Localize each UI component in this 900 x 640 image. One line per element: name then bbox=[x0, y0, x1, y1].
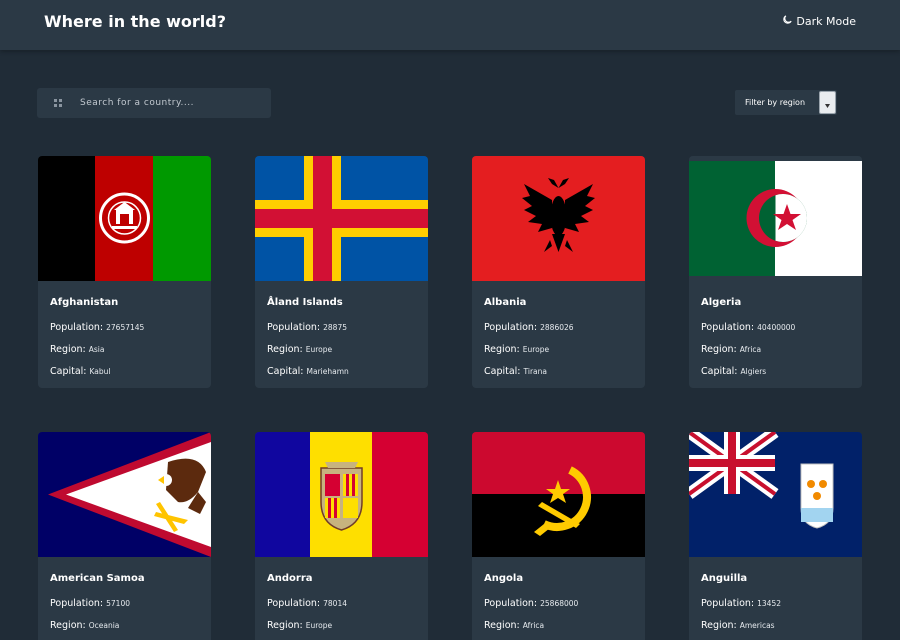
country-card-american-samoa[interactable]: American Samoa Population: 57100 Region: O… bbox=[38, 432, 211, 640]
region-value: Oceania bbox=[88, 621, 120, 630]
country-name: Albania bbox=[484, 297, 527, 308]
region-row: Region: Africa bbox=[484, 620, 544, 631]
population-value: 2886026 bbox=[540, 323, 574, 332]
population-row: Population: 28875 bbox=[267, 322, 347, 333]
american-samoa-flag bbox=[38, 432, 211, 557]
region-value: Europe bbox=[305, 621, 333, 630]
population-row: Population: 78014 bbox=[267, 598, 347, 609]
population-row: Population: 25868000 bbox=[484, 598, 578, 609]
population-value: 57100 bbox=[106, 599, 130, 608]
angola-flag bbox=[472, 432, 645, 557]
region-row: Region: Europe bbox=[484, 344, 549, 355]
dark-mode-toggle[interactable]: Dark Mode bbox=[782, 14, 856, 28]
population-label: Population: bbox=[484, 322, 538, 333]
region-row: Region: Africa bbox=[701, 344, 761, 355]
country-name: Anguilla bbox=[701, 573, 748, 584]
region-filter[interactable]: Filter by region bbox=[735, 90, 837, 115]
capital-row: Capital: Kabul bbox=[50, 366, 111, 377]
aland-islands-flag bbox=[255, 156, 428, 281]
dark-mode-label: Dark Mode bbox=[796, 14, 856, 28]
population-value: 27657145 bbox=[106, 323, 145, 332]
region-filter-label: Filter by region bbox=[745, 98, 806, 107]
app-header: Where in the world? Dark Mode bbox=[0, 0, 900, 50]
search-icon bbox=[53, 98, 63, 108]
region-label: Region: bbox=[484, 620, 520, 631]
region-label: Region: bbox=[701, 344, 737, 355]
population-label: Population: bbox=[50, 322, 104, 333]
region-row: Region: Europe bbox=[267, 620, 332, 631]
region-label: Region: bbox=[50, 344, 86, 355]
capital-label: Capital: bbox=[50, 366, 87, 377]
region-value: Europe bbox=[522, 345, 550, 354]
country-name: Angola bbox=[484, 573, 524, 584]
andorra-flag bbox=[255, 432, 428, 557]
population-value: 25868000 bbox=[540, 599, 579, 608]
albania-flag bbox=[472, 156, 645, 281]
country-name: American Samoa bbox=[50, 573, 145, 584]
country-name: Afghanistan bbox=[50, 297, 119, 308]
population-label: Population: bbox=[50, 598, 104, 609]
search-input[interactable] bbox=[80, 98, 250, 108]
region-row: Region: Oceania bbox=[50, 620, 119, 631]
region-value: Europe bbox=[305, 345, 333, 354]
population-row: Population: 40400000 bbox=[701, 322, 795, 333]
region-label: Region: bbox=[701, 620, 737, 631]
chevron-down-icon bbox=[825, 93, 830, 112]
algeria-flag bbox=[689, 156, 862, 281]
country-card-aland-islands[interactable]: Åland Islands Population: 28875 Region: Eu… bbox=[255, 156, 428, 388]
country-card-algeria[interactable]: Algeria Population: 40400000 Region: Afric… bbox=[689, 156, 862, 388]
population-value: 13452 bbox=[757, 599, 781, 608]
population-value: 28875 bbox=[323, 323, 347, 332]
population-value: 40400000 bbox=[757, 323, 796, 332]
region-label: Region: bbox=[267, 620, 303, 631]
country-name: Åland Islands bbox=[267, 297, 343, 308]
population-label: Population: bbox=[267, 322, 321, 333]
country-name: Algeria bbox=[701, 297, 742, 308]
capital-row: Capital: Mariehamn bbox=[267, 366, 349, 377]
country-name: Andorra bbox=[267, 573, 313, 584]
capital-value: Tirana bbox=[523, 367, 547, 376]
population-row: Population: 2886026 bbox=[484, 322, 574, 333]
population-value: 78014 bbox=[323, 599, 347, 608]
region-label: Region: bbox=[484, 344, 520, 355]
capital-value: Algiers bbox=[740, 367, 767, 376]
country-card-angola[interactable]: Angola Population: 25868000 Region: Africa bbox=[472, 432, 645, 640]
search-box[interactable] bbox=[37, 88, 271, 118]
page-title: Where in the world? bbox=[44, 12, 226, 31]
region-row: Region: Europe bbox=[267, 344, 332, 355]
region-label: Region: bbox=[50, 620, 86, 631]
country-card-andorra[interactable]: Andorra Population: 78014 Region: Europe bbox=[255, 432, 428, 640]
region-filter-dropdown-button[interactable] bbox=[819, 91, 836, 114]
capital-row: Capital: Algiers bbox=[701, 366, 766, 377]
anguilla-flag bbox=[689, 432, 862, 557]
region-row: Region: Americas bbox=[701, 620, 775, 631]
region-row: Region: Asia bbox=[50, 344, 104, 355]
moon-icon bbox=[782, 14, 793, 28]
population-label: Population: bbox=[701, 322, 755, 333]
region-value: Africa bbox=[739, 345, 762, 354]
population-row: Population: 13452 bbox=[701, 598, 781, 609]
population-row: Population: 27657145 bbox=[50, 322, 144, 333]
capital-value: Mariehamn bbox=[306, 367, 349, 376]
population-label: Population: bbox=[267, 598, 321, 609]
capital-label: Capital: bbox=[484, 366, 521, 377]
population-label: Population: bbox=[484, 598, 538, 609]
region-value: Americas bbox=[739, 621, 775, 630]
country-card-afghanistan[interactable]: Afghanistan Population: 27657145 Region: A… bbox=[38, 156, 211, 388]
afghanistan-flag bbox=[38, 156, 211, 281]
population-label: Population: bbox=[701, 598, 755, 609]
population-row: Population: 57100 bbox=[50, 598, 130, 609]
capital-value: Kabul bbox=[89, 367, 111, 376]
capital-label: Capital: bbox=[267, 366, 304, 377]
capital-label: Capital: bbox=[701, 366, 738, 377]
region-value: Asia bbox=[88, 345, 105, 354]
country-card-anguilla[interactable]: Anguilla Population: 13452 Region: America… bbox=[689, 432, 862, 640]
country-card-albania[interactable]: Albania Population: 2886026 Region: Europe… bbox=[472, 156, 645, 388]
capital-row: Capital: Tirana bbox=[484, 366, 547, 377]
region-label: Region: bbox=[267, 344, 303, 355]
region-value: Africa bbox=[522, 621, 545, 630]
